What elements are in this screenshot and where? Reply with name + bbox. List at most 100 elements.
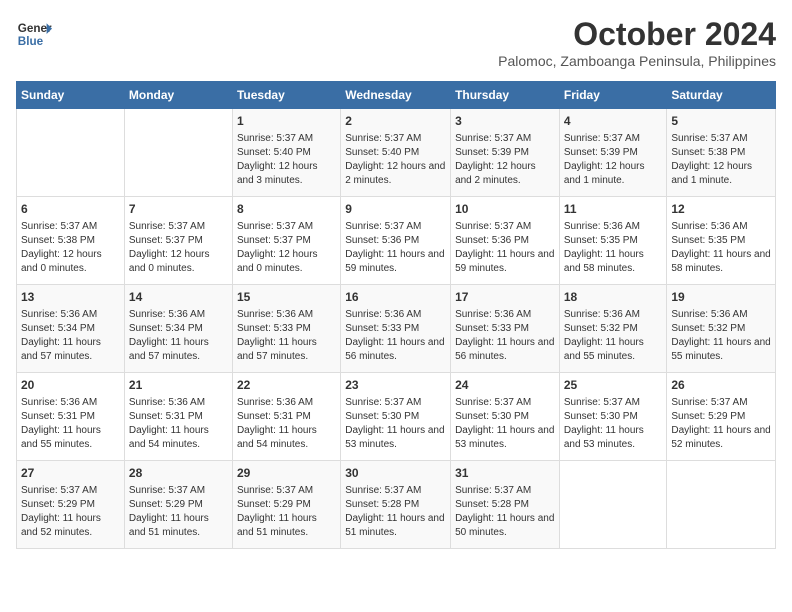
- calendar-cell: 3Sunrise: 5:37 AM Sunset: 5:39 PM Daylig…: [451, 109, 560, 197]
- calendar-table: SundayMondayTuesdayWednesdayThursdayFrid…: [16, 81, 776, 549]
- cell-content: Sunrise: 5:37 AM Sunset: 5:30 PM Dayligh…: [455, 396, 555, 452]
- logo: General Blue: [16, 16, 52, 52]
- cell-content: Sunrise: 5:36 AM Sunset: 5:35 PM Dayligh…: [564, 220, 663, 276]
- week-row: 1Sunrise: 5:37 AM Sunset: 5:40 PM Daylig…: [17, 109, 776, 197]
- calendar-cell: [559, 461, 667, 549]
- day-number: 24: [455, 377, 555, 394]
- day-number: 20: [21, 377, 120, 394]
- calendar-cell: 29Sunrise: 5:37 AM Sunset: 5:29 PM Dayli…: [232, 461, 340, 549]
- calendar-cell: 15 Sunrise: 5:36 AM Sunset: 5:33 PM Dayli…: [232, 285, 340, 373]
- header-cell-sunday: Sunday: [17, 82, 125, 109]
- week-row: 20 Sunrise: 5:36 AM Sunset: 5:31 PM Dayli…: [17, 373, 776, 461]
- day-number: 31: [455, 465, 555, 482]
- calendar-cell: 27 Sunrise: 5:37 AM Sunset: 5:29 PM Dayli…: [17, 461, 125, 549]
- cell-content: Sunrise: 5:37 AM Sunset: 5:29 PM Dayligh…: [237, 484, 336, 540]
- calendar-cell: 31 Sunrise: 5:37 AM Sunset: 5:28 PM Dayli…: [451, 461, 560, 549]
- day-number: 9: [345, 201, 446, 218]
- day-number: 28: [129, 465, 228, 482]
- day-number: 18: [564, 289, 663, 306]
- cell-content: Sunrise: 5:37 AM Sunset: 5:39 PM Dayligh…: [564, 132, 663, 188]
- day-number: 12: [671, 201, 771, 218]
- header-cell-saturday: Saturday: [667, 82, 776, 109]
- header-cell-tuesday: Tuesday: [232, 82, 340, 109]
- day-number: 22: [237, 377, 336, 394]
- location-subtitle: Palomoc, Zamboanga Peninsula, Philippine…: [498, 53, 776, 69]
- cell-content: Sunrise: 5:37 AM Sunset: 5:40 PM Dayligh…: [237, 132, 336, 188]
- cell-content: Sunrise: 5:37 AM Sunset: 5:39 PM Dayligh…: [455, 132, 555, 188]
- calendar-cell: 2Sunrise: 5:37 AM Sunset: 5:40 PM Daylig…: [341, 109, 451, 197]
- day-number: 30: [345, 465, 446, 482]
- calendar-cell: [124, 109, 232, 197]
- calendar-cell: 5Sunrise: 5:37 AM Sunset: 5:38 PM Daylig…: [667, 109, 776, 197]
- day-number: 13: [21, 289, 120, 306]
- calendar-cell: 11 Sunrise: 5:36 AM Sunset: 5:35 PM Dayli…: [559, 197, 667, 285]
- cell-content: Sunrise: 5:36 AM Sunset: 5:34 PM Dayligh…: [21, 308, 120, 364]
- cell-content: Sunrise: 5:36 AM Sunset: 5:32 PM Dayligh…: [671, 308, 771, 364]
- day-number: 19: [671, 289, 771, 306]
- week-row: 13 Sunrise: 5:36 AM Sunset: 5:34 PM Dayli…: [17, 285, 776, 373]
- header-row: SundayMondayTuesdayWednesdayThursdayFrid…: [17, 82, 776, 109]
- day-number: 23: [345, 377, 446, 394]
- cell-content: Sunrise: 5:36 AM Sunset: 5:33 PM Dayligh…: [345, 308, 446, 364]
- week-row: 6 Sunrise: 5:37 AM Sunset: 5:38 PM Daylig…: [17, 197, 776, 285]
- calendar-cell: [17, 109, 125, 197]
- cell-content: Sunrise: 5:37 AM Sunset: 5:29 PM Dayligh…: [671, 396, 771, 452]
- cell-content: Sunrise: 5:36 AM Sunset: 5:31 PM Dayligh…: [129, 396, 228, 452]
- cell-content: Sunrise: 5:37 AM Sunset: 5:37 PM Dayligh…: [129, 220, 228, 276]
- calendar-cell: 21 Sunrise: 5:36 AM Sunset: 5:31 PM Dayli…: [124, 373, 232, 461]
- cell-content: Sunrise: 5:36 AM Sunset: 5:31 PM Dayligh…: [21, 396, 120, 452]
- header-cell-wednesday: Wednesday: [341, 82, 451, 109]
- calendar-cell: 26 Sunrise: 5:37 AM Sunset: 5:29 PM Dayli…: [667, 373, 776, 461]
- calendar-cell: 6 Sunrise: 5:37 AM Sunset: 5:38 PM Daylig…: [17, 197, 125, 285]
- calendar-cell: 19 Sunrise: 5:36 AM Sunset: 5:32 PM Dayli…: [667, 285, 776, 373]
- calendar-cell: 7Sunrise: 5:37 AM Sunset: 5:37 PM Daylig…: [124, 197, 232, 285]
- page-header: General Blue October 2024 Palomoc, Zambo…: [16, 16, 776, 69]
- calendar-cell: 20 Sunrise: 5:36 AM Sunset: 5:31 PM Dayli…: [17, 373, 125, 461]
- calendar-cell: 16 Sunrise: 5:36 AM Sunset: 5:33 PM Dayli…: [341, 285, 451, 373]
- calendar-cell: 13 Sunrise: 5:36 AM Sunset: 5:34 PM Dayli…: [17, 285, 125, 373]
- day-number: 15: [237, 289, 336, 306]
- cell-content: Sunrise: 5:37 AM Sunset: 5:28 PM Dayligh…: [345, 484, 446, 540]
- day-number: 26: [671, 377, 771, 394]
- cell-content: Sunrise: 5:37 AM Sunset: 5:29 PM Dayligh…: [21, 484, 120, 540]
- svg-text:Blue: Blue: [18, 35, 44, 48]
- day-number: 8: [237, 201, 336, 218]
- month-title: October 2024: [498, 16, 776, 53]
- header-cell-thursday: Thursday: [451, 82, 560, 109]
- calendar-cell: [667, 461, 776, 549]
- day-number: 11: [564, 201, 663, 218]
- calendar-cell: 18Sunrise: 5:36 AM Sunset: 5:32 PM Dayli…: [559, 285, 667, 373]
- cell-content: Sunrise: 5:37 AM Sunset: 5:28 PM Dayligh…: [455, 484, 555, 540]
- calendar-cell: 4Sunrise: 5:37 AM Sunset: 5:39 PM Daylig…: [559, 109, 667, 197]
- day-number: 5: [671, 113, 771, 130]
- cell-content: Sunrise: 5:37 AM Sunset: 5:29 PM Dayligh…: [129, 484, 228, 540]
- calendar-cell: 23 Sunrise: 5:37 AM Sunset: 5:30 PM Dayli…: [341, 373, 451, 461]
- day-number: 10: [455, 201, 555, 218]
- header-cell-monday: Monday: [124, 82, 232, 109]
- cell-content: Sunrise: 5:37 AM Sunset: 5:36 PM Dayligh…: [345, 220, 446, 276]
- day-number: 17: [455, 289, 555, 306]
- calendar-cell: 25Sunrise: 5:37 AM Sunset: 5:30 PM Dayli…: [559, 373, 667, 461]
- week-row: 27 Sunrise: 5:37 AM Sunset: 5:29 PM Dayli…: [17, 461, 776, 549]
- day-number: 6: [21, 201, 120, 218]
- calendar-cell: 22 Sunrise: 5:36 AM Sunset: 5:31 PM Dayli…: [232, 373, 340, 461]
- calendar-cell: 9 Sunrise: 5:37 AM Sunset: 5:36 PM Daylig…: [341, 197, 451, 285]
- cell-content: Sunrise: 5:36 AM Sunset: 5:33 PM Dayligh…: [237, 308, 336, 364]
- title-block: October 2024 Palomoc, Zamboanga Peninsul…: [498, 16, 776, 69]
- day-number: 21: [129, 377, 228, 394]
- cell-content: Sunrise: 5:36 AM Sunset: 5:31 PM Dayligh…: [237, 396, 336, 452]
- cell-content: Sunrise: 5:37 AM Sunset: 5:38 PM Dayligh…: [21, 220, 120, 276]
- calendar-cell: 24 Sunrise: 5:37 AM Sunset: 5:30 PM Dayli…: [451, 373, 560, 461]
- calendar-cell: 10Sunrise: 5:37 AM Sunset: 5:36 PM Dayli…: [451, 197, 560, 285]
- cell-content: Sunrise: 5:36 AM Sunset: 5:35 PM Dayligh…: [671, 220, 771, 276]
- cell-content: Sunrise: 5:37 AM Sunset: 5:37 PM Dayligh…: [237, 220, 336, 276]
- header-cell-friday: Friday: [559, 82, 667, 109]
- day-number: 25: [564, 377, 663, 394]
- day-number: 2: [345, 113, 446, 130]
- calendar-cell: 1Sunrise: 5:37 AM Sunset: 5:40 PM Daylig…: [232, 109, 340, 197]
- day-number: 14: [129, 289, 228, 306]
- day-number: 27: [21, 465, 120, 482]
- cell-content: Sunrise: 5:37 AM Sunset: 5:30 PM Dayligh…: [345, 396, 446, 452]
- day-number: 16: [345, 289, 446, 306]
- cell-content: Sunrise: 5:36 AM Sunset: 5:33 PM Dayligh…: [455, 308, 555, 364]
